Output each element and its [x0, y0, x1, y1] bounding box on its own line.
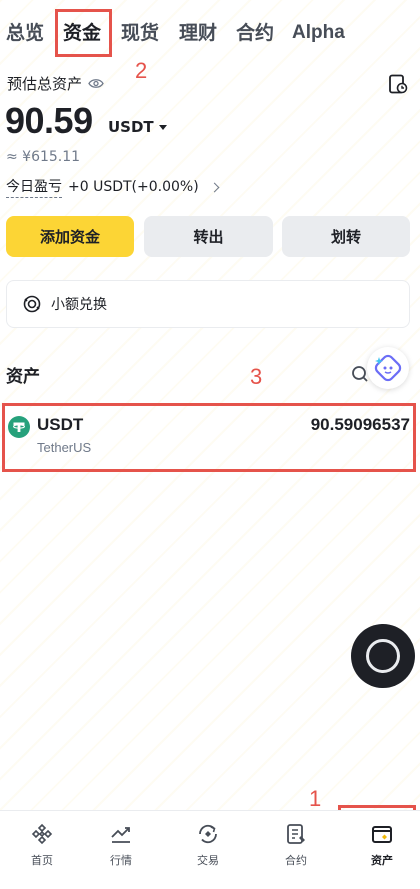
wallet-icon: [372, 826, 392, 843]
asset-amount: 90.59096537: [310, 415, 410, 434]
tab-spot[interactable]: 现货: [121, 18, 159, 48]
today-pnl-row[interactable]: 今日盈亏 +0 USDT(+0.00%): [6, 176, 220, 198]
convert-icon: [23, 295, 41, 313]
annotation-number-3: 3: [250, 364, 263, 389]
nav-item-trade[interactable]: 交易: [166, 811, 250, 889]
estimated-total-label: 预估总资产: [7, 75, 83, 93]
asset-symbol: USDT: [37, 415, 84, 434]
transfer-button[interactable]: 划转: [282, 216, 410, 257]
futures-icon: [287, 824, 305, 844]
nav-label-futures: 合约: [285, 854, 307, 867]
history-icon[interactable]: [388, 74, 408, 94]
markets-icon: [111, 827, 130, 843]
tab-futures[interactable]: 合约: [236, 18, 274, 48]
tab-alpha[interactable]: Alpha: [292, 18, 345, 48]
annotation-number-1: 1: [309, 786, 322, 811]
small-convert-label: 小额兑换: [51, 297, 107, 313]
transfer-out-button[interactable]: 转出: [144, 216, 273, 257]
total-balance: 90.59: [5, 100, 93, 141]
assets-title: 资产: [6, 367, 40, 387]
nav-item-assets[interactable]: 资产: [340, 811, 420, 889]
tether-icon: [8, 416, 30, 438]
nav-label-home: 首页: [31, 854, 53, 867]
tab-earn[interactable]: 理财: [179, 18, 217, 48]
unit-selector[interactable]: USDT: [108, 118, 167, 136]
tab-overview[interactable]: 总览: [6, 18, 44, 48]
caret-down-icon: [158, 124, 167, 130]
annotation-box-funds-tab: [55, 9, 112, 57]
chevron-right-icon: [209, 182, 220, 192]
nav-item-markets[interactable]: 行情: [79, 811, 163, 889]
add-funds-button[interactable]: 添加资金: [6, 216, 134, 257]
ai-assistant-icon[interactable]: [367, 347, 409, 389]
nav-item-home[interactable]: 首页: [0, 811, 84, 889]
floating-assistant-button[interactable]: [351, 624, 415, 688]
nav-label-assets: 资产: [371, 854, 393, 867]
today-pnl-label: 今日盈亏: [6, 176, 62, 198]
nav-label-markets: 行情: [110, 854, 132, 867]
today-pnl-value: +0 USDT(+0.00%): [68, 179, 199, 195]
annotation-number-2: 2: [135, 58, 148, 83]
nav-label-trade: 交易: [197, 854, 219, 867]
asset-name: TetherUS: [37, 440, 92, 455]
small-convert-button[interactable]: 小额兑换: [6, 280, 410, 328]
nav-item-futures[interactable]: 合约: [254, 811, 338, 889]
trade-icon: [199, 824, 217, 844]
cny-equivalent: ≈ ¥615.11: [6, 149, 81, 165]
asset-row-usdt[interactable]: USDT TetherUS 90.59096537: [6, 408, 414, 468]
bottom-nav: 首页 行情 交易 合约 资产: [0, 810, 420, 889]
estimated-total-row: 预估总资产: [7, 73, 104, 94]
eye-icon[interactable]: [88, 78, 104, 89]
home-icon: [31, 823, 53, 845]
unit-label: USDT: [108, 118, 154, 136]
